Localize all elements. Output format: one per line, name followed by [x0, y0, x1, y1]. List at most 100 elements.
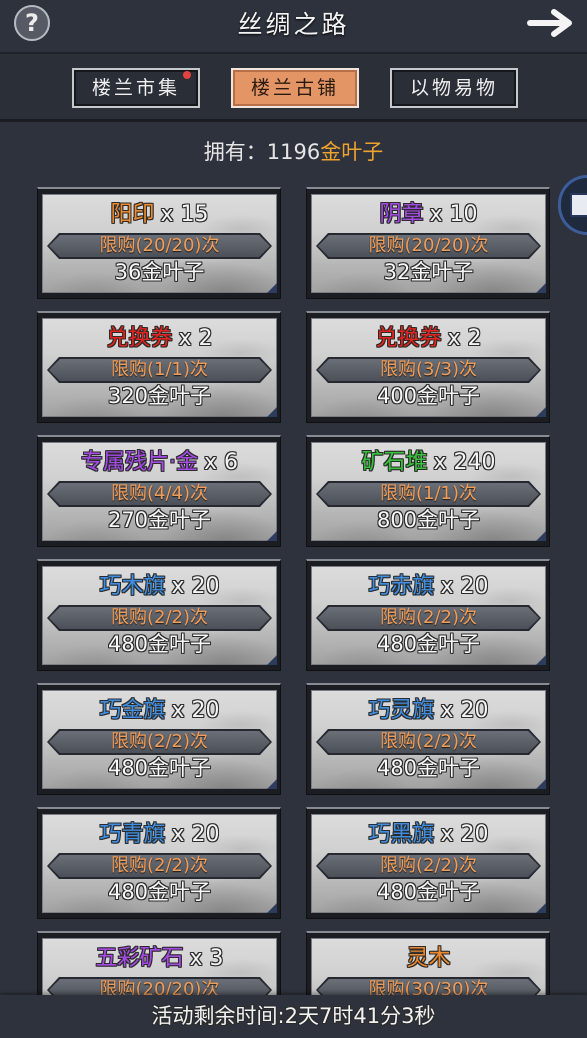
shop-item-card[interactable]: 兑换券 x 2 限购(1/1)次 320金叶子 — [37, 311, 281, 423]
item-panel: 巧木旗 x 20 限购(2/2)次 480金叶子 — [42, 566, 277, 665]
item-price: 480金叶子 — [376, 756, 481, 780]
tab-loulan-market[interactable]: 楼兰市集 — [72, 68, 200, 108]
purchase-limit: 限购(20/20)次 — [99, 979, 220, 995]
shop-item-list[interactable]: 阳印 x 15 限购(20/20)次 36金叶子 阴章 x 10 限购(20/20)… — [0, 180, 587, 995]
item-name: 兑换券 — [106, 326, 173, 351]
item-name: 巧木旗 — [99, 574, 166, 599]
tab-loulan-antique-shop[interactable]: 楼兰古铺 — [231, 68, 359, 108]
item-panel: 兑换券 x 2 限购(3/3)次 400金叶子 — [311, 318, 546, 417]
item-quantity: x 6 — [203, 450, 238, 475]
item-title: 巧赤旗 x 20 — [311, 573, 546, 601]
balance-currency: 金叶子 — [320, 140, 384, 164]
item-title: 灵木 — [311, 945, 546, 973]
item-panel: 阴章 x 10 限购(20/20)次 32金叶子 — [311, 194, 546, 293]
item-name: 阴章 — [379, 202, 424, 227]
item-title: 巧青旗 x 20 — [42, 821, 277, 849]
item-name: 兑换券 — [375, 326, 442, 351]
purchase-limit: 限购(20/20)次 — [368, 235, 489, 256]
shop-item-card[interactable]: 巧金旗 x 20 限购(2/2)次 480金叶子 — [37, 683, 281, 795]
shop-item-card[interactable]: 巧赤旗 x 20 限购(2/2)次 480金叶子 — [306, 559, 550, 671]
item-panel: 巧黑旗 x 20 限购(2/2)次 480金叶子 — [311, 814, 546, 913]
event-countdown: 活动剩余时间:2天7时41分3秒 — [151, 1004, 436, 1028]
item-title: 巧黑旗 x 20 — [311, 821, 546, 849]
balance-prefix: 拥有： — [203, 140, 267, 164]
item-title: 兑换券 x 2 — [42, 325, 277, 353]
item-title: 阴章 x 10 — [311, 201, 546, 229]
header-bar: ? 丝绸之路 — [0, 0, 587, 52]
purchase-limit-ribbon: 限购(20/20)次 — [47, 977, 272, 995]
item-title: 阳印 x 15 — [42, 201, 277, 229]
item-panel: 灵木 限购(30/30)次 — [311, 938, 546, 995]
item-price: 32金叶子 — [383, 260, 474, 284]
shop-item-grid: 阳印 x 15 限购(20/20)次 36金叶子 阴章 x 10 限购(20/20)… — [37, 187, 550, 995]
item-name: 矿石堆 — [361, 450, 428, 475]
item-panel: 阳印 x 15 限购(20/20)次 36金叶子 — [42, 194, 277, 293]
purchase-limit-ribbon: 限购(2/2)次 — [316, 853, 541, 879]
item-quantity: x 3 — [189, 946, 224, 971]
tab-barter[interactable]: 以物易物 — [390, 68, 518, 108]
help-icon[interactable]: ? — [14, 5, 50, 41]
purchase-limit-ribbon: 限购(2/2)次 — [316, 605, 541, 631]
shop-tab-bar: 楼兰市集 楼兰古铺 以物易物 — [0, 52, 587, 122]
item-quantity: x 2 — [447, 326, 482, 351]
item-quantity: x 20 — [171, 698, 220, 723]
arrow-right-icon[interactable] — [526, 8, 576, 38]
item-price: 480金叶子 — [376, 632, 481, 656]
currency-balance: 拥有：1196金叶子 — [0, 138, 587, 166]
purchase-limit: 限购(2/2)次 — [110, 855, 208, 876]
item-name: 五彩矿石 — [95, 946, 184, 971]
shop-item-card[interactable]: 巧青旗 x 20 限购(2/2)次 480金叶子 — [37, 807, 281, 919]
item-quantity: x 240 — [433, 450, 496, 475]
item-panel: 巧灵旗 x 20 限购(2/2)次 480金叶子 — [311, 690, 546, 789]
notification-dot-icon — [183, 71, 191, 79]
silk-road-shop-screen: ? 丝绸之路 楼兰市集 楼兰古铺 以物易物 拥有：1196金叶子 阳印x 15 — [0, 0, 587, 1038]
item-panel: 矿石堆 x 240 限购(1/1)次 800金叶子 — [311, 442, 546, 541]
shop-item-card[interactable]: 专属残片·金 x 6 限购(4/4)次 270金叶子 — [37, 435, 281, 547]
shop-item-card[interactable]: 矿石堆 x 240 限购(1/1)次 800金叶子 — [306, 435, 550, 547]
purchase-limit: 限购(1/1)次 — [110, 359, 208, 380]
purchase-limit: 限购(1/1)次 — [379, 483, 477, 504]
purchase-limit-ribbon: 限购(2/2)次 — [47, 853, 272, 879]
shop-item-card[interactable]: 巧黑旗 x 20 限购(2/2)次 480金叶子 — [306, 807, 550, 919]
item-name: 巧黑旗 — [368, 822, 435, 847]
item-quantity: x 20 — [440, 822, 489, 847]
item-panel: 巧金旗 x 20 限购(2/2)次 480金叶子 — [42, 690, 277, 789]
shop-item-card[interactable]: 巧木旗 x 20 限购(2/2)次 480金叶子 — [37, 559, 281, 671]
item-title: 巧灵旗 x 20 — [311, 697, 546, 725]
purchase-limit-ribbon: 限购(30/30)次 — [316, 977, 541, 995]
item-quantity: x 20 — [171, 822, 220, 847]
item-quantity: x 20 — [171, 574, 220, 599]
item-price: 36金叶子 — [114, 260, 205, 284]
item-panel: 专属残片·金 x 6 限购(4/4)次 270金叶子 — [42, 442, 277, 541]
item-panel: 兑换券 x 2 限购(1/1)次 320金叶子 — [42, 318, 277, 417]
item-quantity: x 20 — [440, 698, 489, 723]
item-price: 800金叶子 — [376, 508, 481, 532]
shop-item-card[interactable]: 阳印 x 15 限购(20/20)次 36金叶子 — [37, 187, 281, 299]
purchase-limit-ribbon: 限购(3/3)次 — [316, 357, 541, 383]
item-title: 兑换券 x 2 — [311, 325, 546, 353]
item-title: 矿石堆 x 240 — [311, 449, 546, 477]
item-title: 巧金旗 x 20 — [42, 697, 277, 725]
shop-item-card[interactable]: 兑换券 x 2 限购(3/3)次 400金叶子 — [306, 311, 550, 423]
purchase-limit-ribbon: 限购(4/4)次 — [47, 481, 272, 507]
purchase-limit: 限购(2/2)次 — [379, 855, 477, 876]
purchase-limit: 限购(2/2)次 — [110, 731, 208, 752]
shop-item-card[interactable]: 阴章 x 10 限购(20/20)次 32金叶子 — [306, 187, 550, 299]
item-name: 灵木 — [406, 946, 451, 971]
shop-item-card[interactable]: 灵木 限购(30/30)次 — [306, 931, 550, 995]
item-title: 巧木旗 x 20 — [42, 573, 277, 601]
item-price: 480金叶子 — [107, 880, 212, 904]
shop-item-card[interactable]: 巧灵旗 x 20 限购(2/2)次 480金叶子 — [306, 683, 550, 795]
purchase-limit: 限购(2/2)次 — [110, 607, 208, 628]
tab-label: 楼兰市集 — [91, 77, 180, 99]
item-price: 270金叶子 — [107, 508, 212, 532]
purchase-limit: 限购(2/2)次 — [379, 731, 477, 752]
item-name: 阳印 — [110, 202, 155, 227]
item-price: 480金叶子 — [107, 756, 212, 780]
shop-item-card[interactable]: 五彩矿石 x 3 限购(20/20)次 — [37, 931, 281, 995]
purchase-limit: 限购(4/4)次 — [110, 483, 208, 504]
item-quantity: x 2 — [178, 326, 213, 351]
item-price: 400金叶子 — [376, 384, 481, 408]
page-title: 丝绸之路 — [237, 10, 350, 39]
item-name: 巧赤旗 — [368, 574, 435, 599]
